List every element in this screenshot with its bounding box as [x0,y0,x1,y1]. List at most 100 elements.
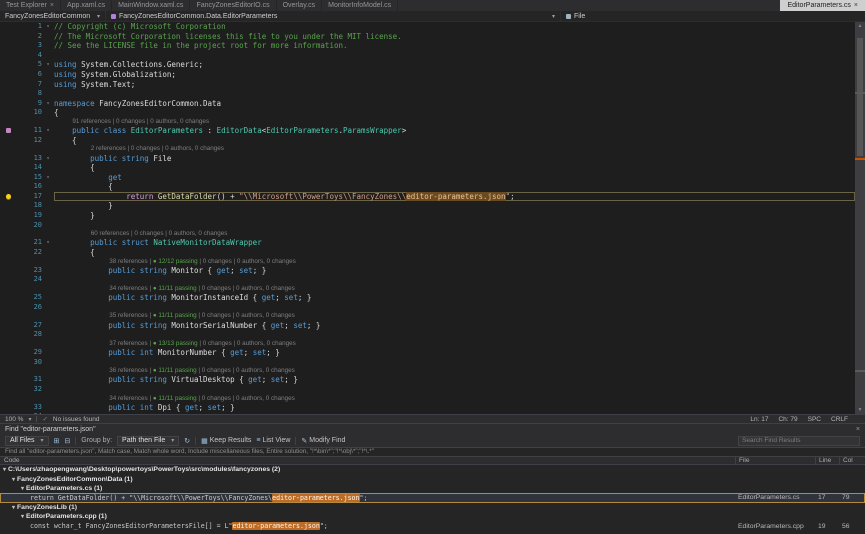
code-line[interactable]: 23 public string Monitor { get; set; } [0,266,855,276]
codelens-row[interactable]: 60 references | 0 changes | 0 authors, 0… [0,230,855,238]
code-line[interactable]: 29 public int MonitorNumber { get; set; … [0,348,855,358]
codelens-row[interactable]: 2 references | 0 changes | 0 authors, 0 … [0,145,855,153]
fold-chevron-icon[interactable]: ▾ [42,154,54,164]
scroll-down-icon[interactable]: ▼ [855,406,865,414]
find-result-row[interactable]: const wchar_t FancyZonesEditorParameters… [0,521,865,530]
code-line[interactable]: 4 [0,51,855,61]
editor-code[interactable]: 1▾// Copyright (c) Microsoft Corporation… [0,22,855,414]
column-col[interactable]: Col [839,457,865,464]
modify-find-button[interactable]: ✎ Modify Find [301,437,345,445]
code-line[interactable]: 12 { [0,136,855,146]
code-line[interactable]: 21▾ public struct NativeMonitorDataWrapp… [0,238,855,248]
code-line[interactable]: 31 public string VirtualDesktop { get; s… [0,375,855,385]
tab-monitorinfomodel-cs[interactable]: MonitorInfoModel.cs [322,0,398,11]
code-line[interactable]: 2// The Microsoft Corporation licenses t… [0,32,855,42]
find-result-group-row[interactable]: ▾EditorParameters.cpp (1) [0,512,865,521]
line-indicator[interactable]: Ln: 17 [750,416,768,423]
code-line[interactable]: 17 return GetDataFolder() + "\\Microsoft… [0,192,855,202]
code-line[interactable]: 6using System.Globalization; [0,70,855,80]
glyph-margin[interactable] [0,194,16,199]
line-ending-indicator[interactable]: CRLF [831,416,848,423]
search-find-results-input[interactable] [738,436,860,446]
type-dropdown[interactable]: FancyZonesEditorCommon.Data.EditorParame… [105,11,560,21]
list-view-button[interactable]: ≡ List View [256,437,290,444]
codelens-row[interactable]: 34 references | ● 11/11 passing | 0 chan… [0,395,855,403]
expand-arrow-icon[interactable]: ▾ [21,485,24,492]
code-line[interactable]: 14 { [0,163,855,173]
find-result-group-row[interactable]: ▾FancyZonesEditorCommon\Data (1) [0,474,865,483]
code-editor[interactable]: 1▾// Copyright (c) Microsoft Corporation… [0,22,865,414]
chevron-down-icon[interactable]: ▾ [28,416,31,423]
codelens-row[interactable]: 38 references | ● 12/12 passing | 0 chan… [0,258,855,266]
expand-arrow-icon[interactable]: ▾ [12,476,15,483]
tab-app-xaml-cs[interactable]: App.xaml.cs [61,0,112,11]
refresh-icon[interactable]: ↻ [184,437,190,445]
column-code[interactable]: Code [0,457,735,464]
code-line[interactable]: 1▾// Copyright (c) Microsoft Corporation [0,22,855,32]
code-line[interactable]: 15▾ get [0,173,855,183]
spaces-indicator[interactable]: SPC [808,416,821,423]
tab-test-explorer[interactable]: Test Explorer × [0,0,61,11]
health-indicator[interactable]: No issues found [53,416,100,423]
glyph-margin[interactable] [0,128,16,133]
code-line[interactable]: 20 [0,221,855,231]
code-line[interactable]: 10{ [0,108,855,118]
expand-arrow-icon[interactable]: ▾ [3,466,6,473]
code-line[interactable]: 33 public int Dpi { get; set; } [0,403,855,413]
close-icon[interactable]: × [856,426,860,433]
codelens-row[interactable]: 91 references | 0 changes | 0 authors, 0… [0,118,855,126]
fold-chevron-icon[interactable]: ▾ [42,126,54,136]
code-line[interactable]: 28 [0,330,855,340]
member-dropdown[interactable]: File [560,11,865,21]
group-by-dropdown[interactable]: Path then File ▾ [117,436,179,446]
column-line[interactable]: Line [815,457,839,464]
close-icon[interactable]: × [854,2,858,9]
lightbulb-icon[interactable] [6,194,11,199]
code-line[interactable]: 25 public string MonitorInstanceId { get… [0,293,855,303]
column-file[interactable]: File [735,457,815,464]
zoom-control[interactable]: 100 % [5,416,23,423]
project-dropdown[interactable]: FancyZonesEditorCommon ▾ [0,11,105,21]
find-result-group-row[interactable]: ▾C:\Users\zhaopengwang\Desktop\powertoys… [0,465,865,474]
code-line[interactable]: 32 [0,385,855,395]
fold-chevron-icon[interactable]: ▾ [42,173,54,183]
expand-arrow-icon[interactable]: ▾ [12,504,15,511]
tab-overlay-cs[interactable]: Overlay.cs [277,0,323,11]
code-line[interactable]: 18 } [0,201,855,211]
code-line[interactable]: 5▾using System.Collections.Generic; [0,60,855,70]
code-line[interactable]: 8 [0,89,855,99]
margin-badge-icon[interactable] [6,128,11,133]
code-line[interactable]: 3// See the LICENSE file in the project … [0,41,855,51]
column-indicator[interactable]: Ch: 79 [778,416,797,423]
collapse-all-icon[interactable]: ⊟ [64,437,70,445]
find-result-group-row[interactable]: ▾FancyZonesLib (1) [0,503,865,512]
codelens-row[interactable]: 36 references | ● 11/11 passing | 0 chan… [0,367,855,375]
codelens-row[interactable]: 37 references | ● 13/13 passing | 0 chan… [0,340,855,348]
tab-editorparameters-cs-active[interactable]: EditorParameters.cs × [780,0,865,11]
fold-chevron-icon[interactable]: ▾ [42,99,54,109]
code-line[interactable]: 26 [0,303,855,313]
scope-dropdown[interactable]: All Files ▾ [5,436,49,446]
editor-scrollbar[interactable]: ▲ ▼ [855,22,865,414]
fold-chevron-icon[interactable]: ▾ [42,60,54,70]
scroll-up-icon[interactable]: ▲ [855,22,865,30]
code-line[interactable]: 11▾ public class EditorParameters : Edit… [0,126,855,136]
code-line[interactable]: 9▾namespace FancyZonesEditorCommon.Data [0,99,855,109]
code-line[interactable]: 16 { [0,182,855,192]
expand-arrow-icon[interactable]: ▾ [21,513,24,520]
code-line[interactable]: 22 { [0,248,855,258]
tab-mainwindow-xaml-cs[interactable]: MainWindow.xaml.cs [112,0,190,11]
find-result-row[interactable]: return GetDataFolder() + "\\Microsoft\\P… [0,493,865,502]
close-icon[interactable]: × [50,2,54,9]
scrollbar-track[interactable] [855,30,865,406]
tab-fancyzoneseditorio-cs[interactable]: FancyZonesEditorIO.cs [190,0,276,11]
scrollbar-thumb[interactable] [857,38,863,156]
code-line[interactable]: 7using System.Text; [0,80,855,90]
keep-results-button[interactable]: ▦ Keep Results [201,437,251,445]
expand-all-icon[interactable]: ⊞ [54,437,60,445]
find-result-group-row[interactable]: ▾EditorParameters.cs (1) [0,484,865,493]
code-line[interactable]: 13▾ public string File [0,154,855,164]
code-line[interactable]: 30 [0,358,855,368]
fold-chevron-icon[interactable]: ▾ [42,238,54,248]
codelens-row[interactable]: 35 references | ● 11/11 passing | 0 chan… [0,312,855,320]
